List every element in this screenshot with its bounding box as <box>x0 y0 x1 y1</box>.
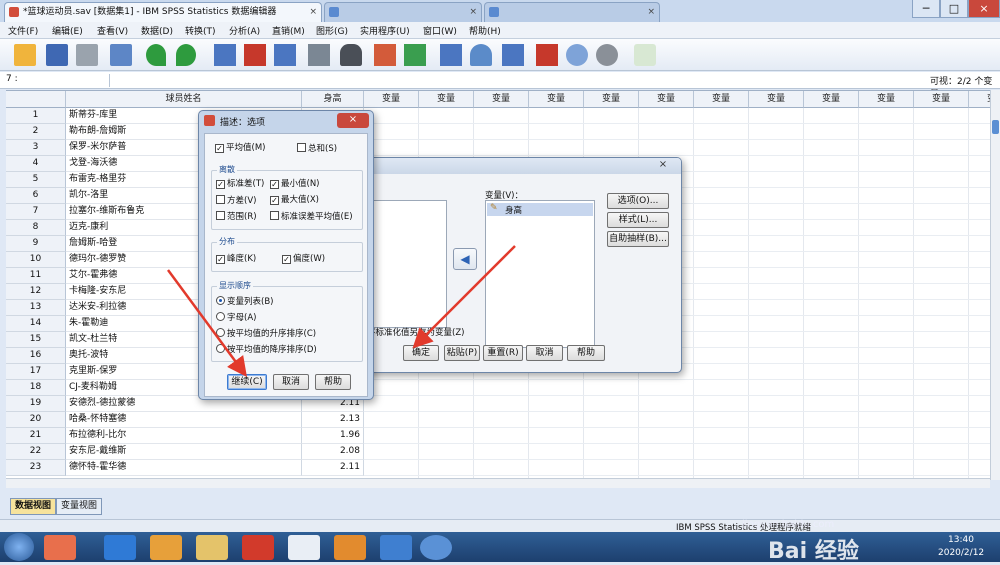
arrow-to-continue-icon <box>166 269 247 378</box>
arrow-to-ok-icon <box>412 245 516 349</box>
annotation-arrows <box>166 245 516 378</box>
